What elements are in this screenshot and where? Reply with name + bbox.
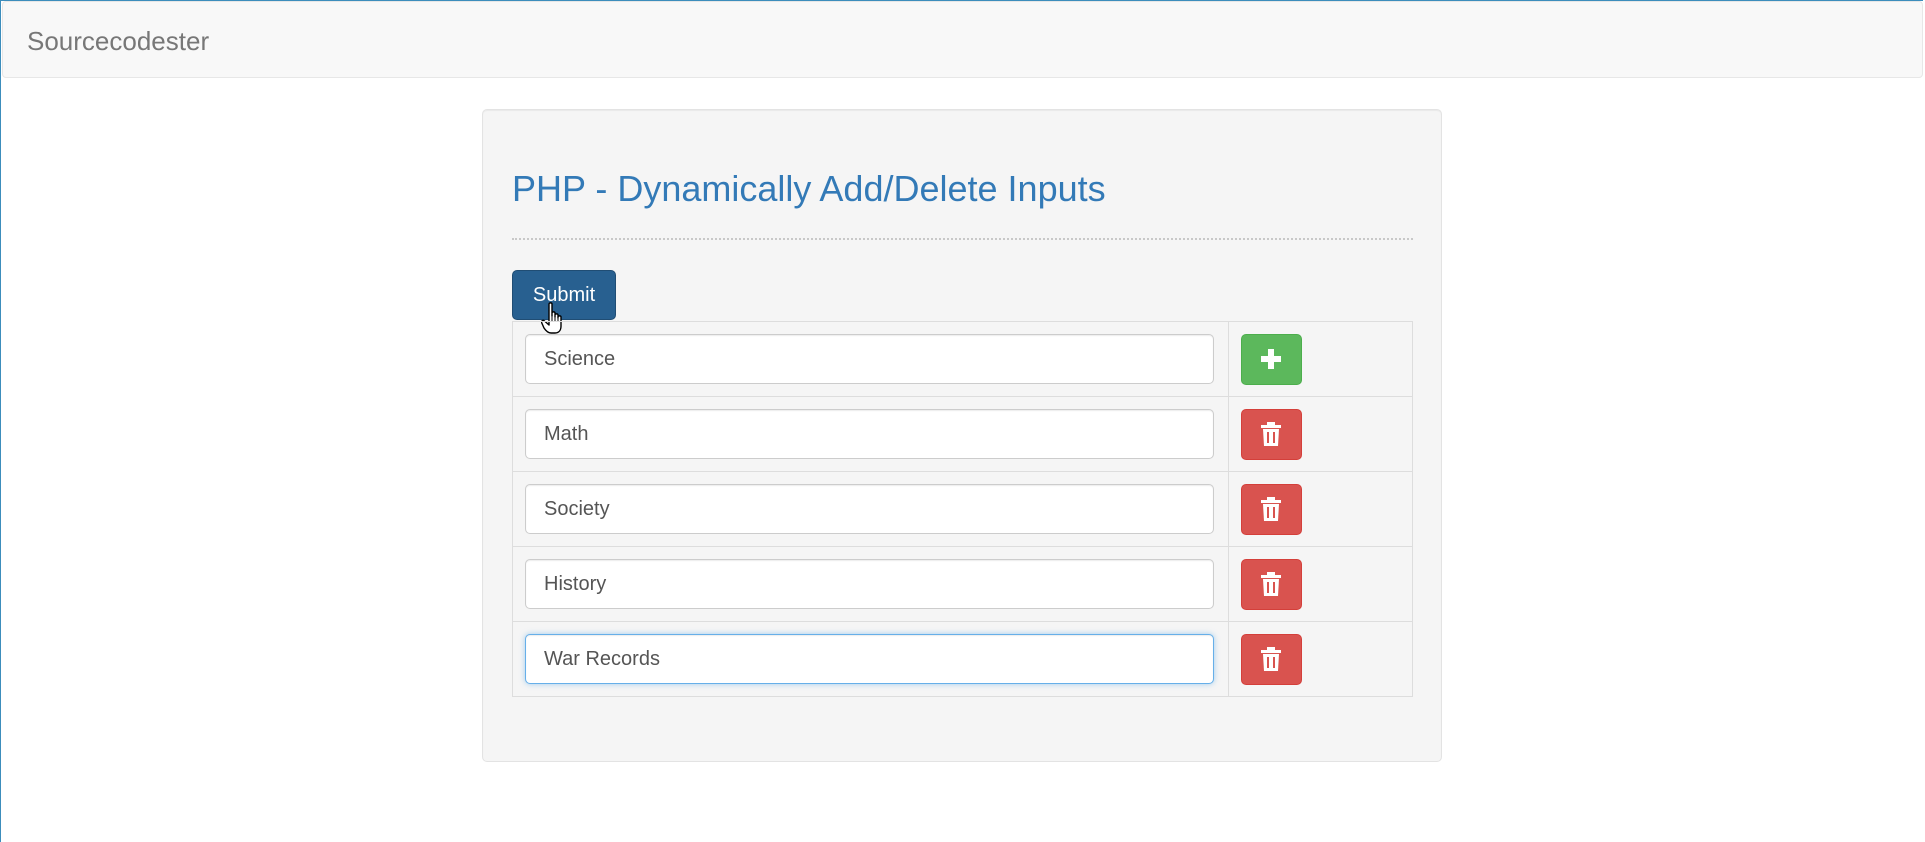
table-row: [512, 471, 1414, 547]
inputs-table: [512, 321, 1414, 697]
table-row: [512, 621, 1414, 697]
navbar: Sourcecodester: [2, 1, 1923, 78]
add-row-button[interactable]: [1240, 333, 1302, 385]
action-cell: [1227, 621, 1414, 697]
plus-icon: [1261, 349, 1282, 369]
table-row: [512, 396, 1414, 472]
input-cell: [512, 471, 1229, 547]
subject-input[interactable]: [525, 484, 1214, 534]
input-cell: [512, 621, 1229, 697]
title-divider: [512, 238, 1413, 240]
delete-row-button[interactable]: [1240, 408, 1302, 460]
navbar-brand[interactable]: Sourcecodester: [27, 26, 209, 57]
delete-row-button[interactable]: [1240, 558, 1302, 610]
trash-icon: [1261, 422, 1282, 446]
trash-icon: [1261, 572, 1282, 596]
trash-icon: [1261, 497, 1282, 521]
subject-input[interactable]: [525, 409, 1214, 459]
action-cell: [1227, 396, 1414, 472]
page-title: PHP - Dynamically Add/Delete Inputs: [512, 168, 1106, 209]
input-cell: [512, 321, 1229, 397]
subject-input[interactable]: [525, 559, 1214, 609]
subject-input[interactable]: [525, 634, 1214, 684]
table-row: [512, 546, 1414, 622]
action-cell: [1227, 471, 1414, 547]
input-cell: [512, 546, 1229, 622]
form-panel: PHP - Dynamically Add/Delete Inputs Subm…: [482, 109, 1442, 762]
table-row: [512, 321, 1414, 397]
subject-input[interactable]: [525, 334, 1214, 384]
trash-icon: [1261, 647, 1282, 671]
action-cell: [1227, 546, 1414, 622]
action-cell: [1227, 321, 1414, 397]
delete-row-button[interactable]: [1240, 483, 1302, 535]
delete-row-button[interactable]: [1240, 633, 1302, 685]
input-cell: [512, 396, 1229, 472]
